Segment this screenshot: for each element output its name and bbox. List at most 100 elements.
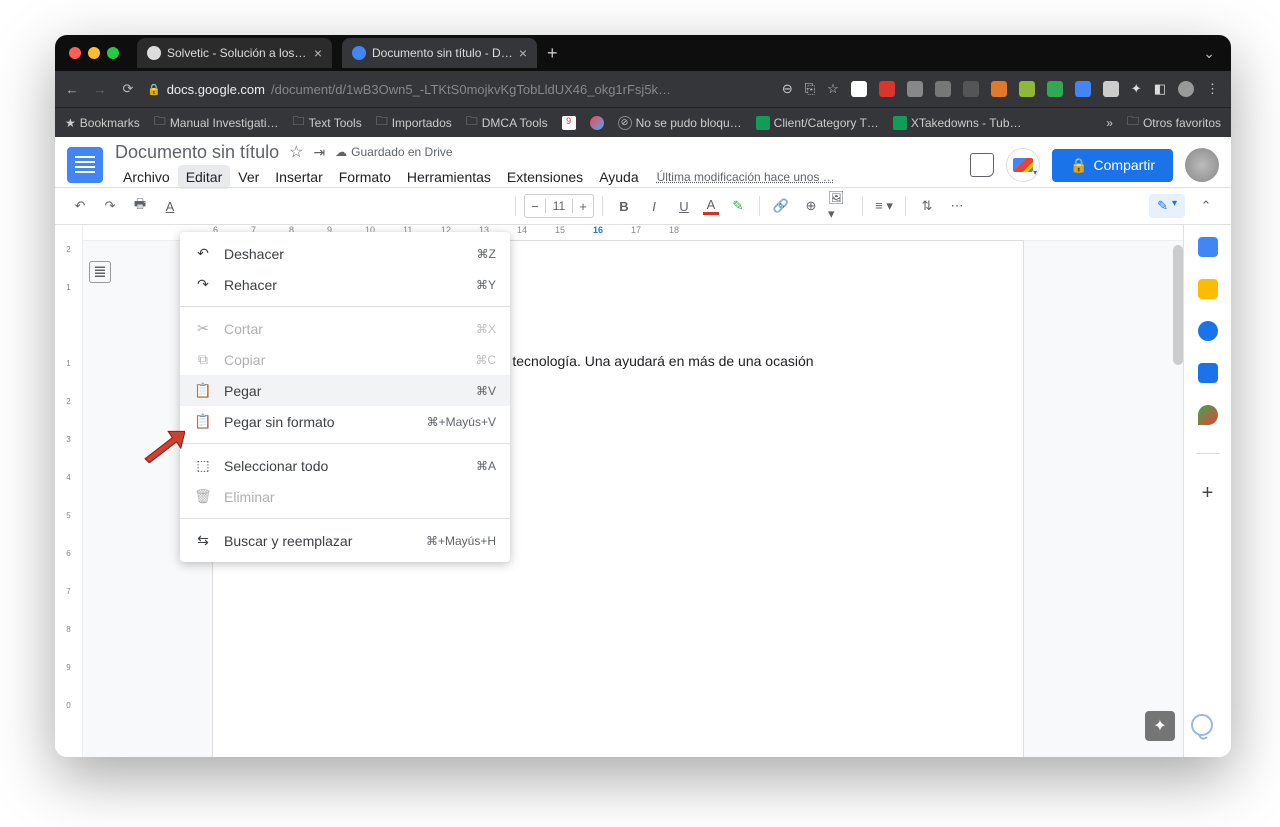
bookmark-folder[interactable]: 🗀Manual Investigati… (154, 112, 279, 133)
close-tab-button[interactable]: × (519, 45, 527, 61)
align-button[interactable]: ≡ ▾ (871, 193, 897, 219)
share-button[interactable]: 🔒Compartir (1052, 149, 1173, 182)
ruler-tick: 16 (593, 225, 631, 240)
minimize-window-button[interactable] (88, 47, 100, 59)
bookmarks-overflow[interactable]: » (1106, 116, 1113, 130)
bookmark-folder[interactable]: 🗀DMCA Tools (466, 112, 548, 133)
extension-icon[interactable] (851, 81, 867, 97)
translate-icon[interactable]: ⎘ (805, 81, 815, 97)
document-title[interactable]: Documento sin título (115, 142, 279, 163)
font-size-control[interactable]: − 11 + (524, 194, 594, 218)
menu-item-copiar: ⧉Copiar⌘C (180, 344, 510, 375)
zoom-icon[interactable]: ⊖ (782, 81, 793, 97)
italic-button[interactable]: I (641, 193, 667, 219)
bookmarks-label[interactable]: ★Bookmarks (65, 116, 140, 130)
docs-logo-icon[interactable] (67, 147, 103, 183)
print-button[interactable]: 🖶 (127, 193, 153, 219)
undo-button[interactable]: ↶ (67, 193, 93, 219)
bookmark-item[interactable] (590, 116, 604, 130)
close-tab-button[interactable]: × (314, 45, 322, 61)
menu-item-label: Buscar y reemplazar (224, 533, 414, 549)
menu-archivo[interactable]: Archivo (115, 165, 178, 189)
font-size-increase[interactable]: + (573, 199, 593, 214)
menu-ayuda[interactable]: Ayuda (591, 165, 646, 189)
menu-item-seleccionar-todo[interactable]: ⬚Seleccionar todo⌘A (180, 450, 510, 481)
menu-formato[interactable]: Formato (331, 165, 399, 189)
account-avatar[interactable] (1185, 148, 1219, 182)
extension-icon[interactable] (1103, 81, 1119, 97)
redo-button[interactable]: ↷ (97, 193, 123, 219)
calendar-icon[interactable] (1198, 237, 1218, 257)
abp-icon[interactable] (879, 81, 895, 97)
bold-button[interactable]: B (611, 193, 637, 219)
font-size-decrease[interactable]: − (525, 199, 545, 214)
menu-item-pegar[interactable]: 📋Pegar⌘V (180, 375, 510, 406)
last-modified-link[interactable]: Última modificación hace unos … (657, 170, 835, 184)
browser-tab-active[interactable]: Documento sin título - Docume × (342, 38, 537, 68)
close-window-button[interactable] (69, 47, 81, 59)
highlight-button[interactable]: ✎ (725, 193, 751, 219)
more-button[interactable]: ⋯ (944, 193, 970, 219)
maximize-window-button[interactable] (107, 47, 119, 59)
star-icon[interactable]: ☆ (289, 142, 303, 162)
menu-item-pegar-sin-formato[interactable]: 📋Pegar sin formato⌘+Mayús+V (180, 406, 510, 437)
bookmark-folder[interactable]: 🗀Text Tools (293, 112, 362, 133)
maps-icon[interactable] (1198, 405, 1218, 425)
bookmark-folder[interactable]: 🗀Importados (376, 112, 452, 133)
reload-button[interactable]: ⟳ (119, 81, 137, 97)
underline-button[interactable]: U (671, 193, 697, 219)
menu-insertar[interactable]: Insertar (267, 165, 330, 189)
star-icon[interactable]: ☆ (827, 81, 839, 97)
menu-item-rehacer[interactable]: ↷Rehacer⌘Y (180, 269, 510, 300)
contacts-icon[interactable] (1198, 363, 1218, 383)
spellcheck-button[interactable]: A (157, 193, 183, 219)
ruler-tick: 14 (517, 225, 555, 240)
chrome-menu-button[interactable]: ⋮ (1206, 81, 1219, 97)
insert-image-button[interactable]: 🖼 ▾ (828, 193, 854, 219)
insert-comment-button[interactable]: ⊕ (798, 193, 824, 219)
bookmark-item[interactable]: 9 (562, 116, 576, 130)
new-tab-button[interactable]: + (547, 43, 558, 64)
menu-item-deshacer[interactable]: ↶Deshacer⌘Z (180, 238, 510, 269)
menu-ver[interactable]: Ver (230, 165, 267, 189)
menu-item-buscar-y-reemplazar[interactable]: ⇆Buscar y reemplazar⌘+Mayús+H (180, 525, 510, 556)
url-field[interactable]: 🔒 docs.google.com/document/d/1wB3Own5_-L… (147, 82, 671, 97)
text-color-button[interactable]: A (701, 193, 721, 219)
tablist-dropdown[interactable]: ⌄ (1203, 45, 1225, 62)
menu-extensiones[interactable]: Extensiones (499, 165, 591, 189)
extension-icon[interactable] (991, 81, 1007, 97)
scrollbar[interactable] (1173, 245, 1183, 365)
comments-icon[interactable] (970, 153, 994, 177)
other-bookmarks[interactable]: 🗀Otros favoritos (1127, 112, 1221, 133)
keep-icon[interactable] (1198, 279, 1218, 299)
back-button[interactable]: ← (63, 82, 81, 97)
font-size-value[interactable]: 11 (545, 199, 573, 213)
bookmark-item[interactable]: Client/Category T… (756, 116, 879, 130)
extension-icon[interactable] (935, 81, 951, 97)
bookmark-item[interactable]: XTakedowns - Tub… (893, 116, 1022, 130)
menu-herramientas[interactable]: Herramientas (399, 165, 499, 189)
meet-button[interactable]: ▾ (1006, 148, 1040, 182)
insert-link-button[interactable]: 🔗 (768, 193, 794, 219)
tasks-icon[interactable] (1198, 321, 1218, 341)
extension-icon[interactable] (1019, 81, 1035, 97)
sidepanel-toggle-icon[interactable]: ◧ (1154, 81, 1166, 97)
assistant-bulb-icon[interactable] (1185, 711, 1219, 745)
extension-icon[interactable] (1047, 81, 1063, 97)
extensions-puzzle-icon[interactable]: ✦ (1131, 81, 1142, 97)
explore-button[interactable]: ✦ (1145, 711, 1175, 741)
collapse-toolbar-button[interactable]: ⌃ (1193, 193, 1219, 219)
add-addon-button[interactable]: + (1202, 482, 1214, 505)
extension-icon[interactable] (1075, 81, 1091, 97)
profile-avatar[interactable] (1178, 81, 1194, 97)
extension-icon[interactable] (907, 81, 923, 97)
bookmark-item[interactable]: ⊘No se pudo bloqu… (618, 116, 742, 130)
menu-editar[interactable]: Editar (178, 165, 231, 189)
extension-icon[interactable] (963, 81, 979, 97)
address-bar: ← → ⟳ 🔒 docs.google.com/document/d/1wB3O… (55, 71, 1231, 107)
forward-button[interactable]: → (91, 82, 109, 97)
browser-tab[interactable]: Solvetic - Solución a los proble × (137, 38, 332, 68)
move-icon[interactable]: ⇥ (313, 144, 325, 161)
editing-mode-button[interactable]: ✎ ▾ (1149, 194, 1185, 218)
line-spacing-button[interactable]: ⇅ (914, 193, 940, 219)
